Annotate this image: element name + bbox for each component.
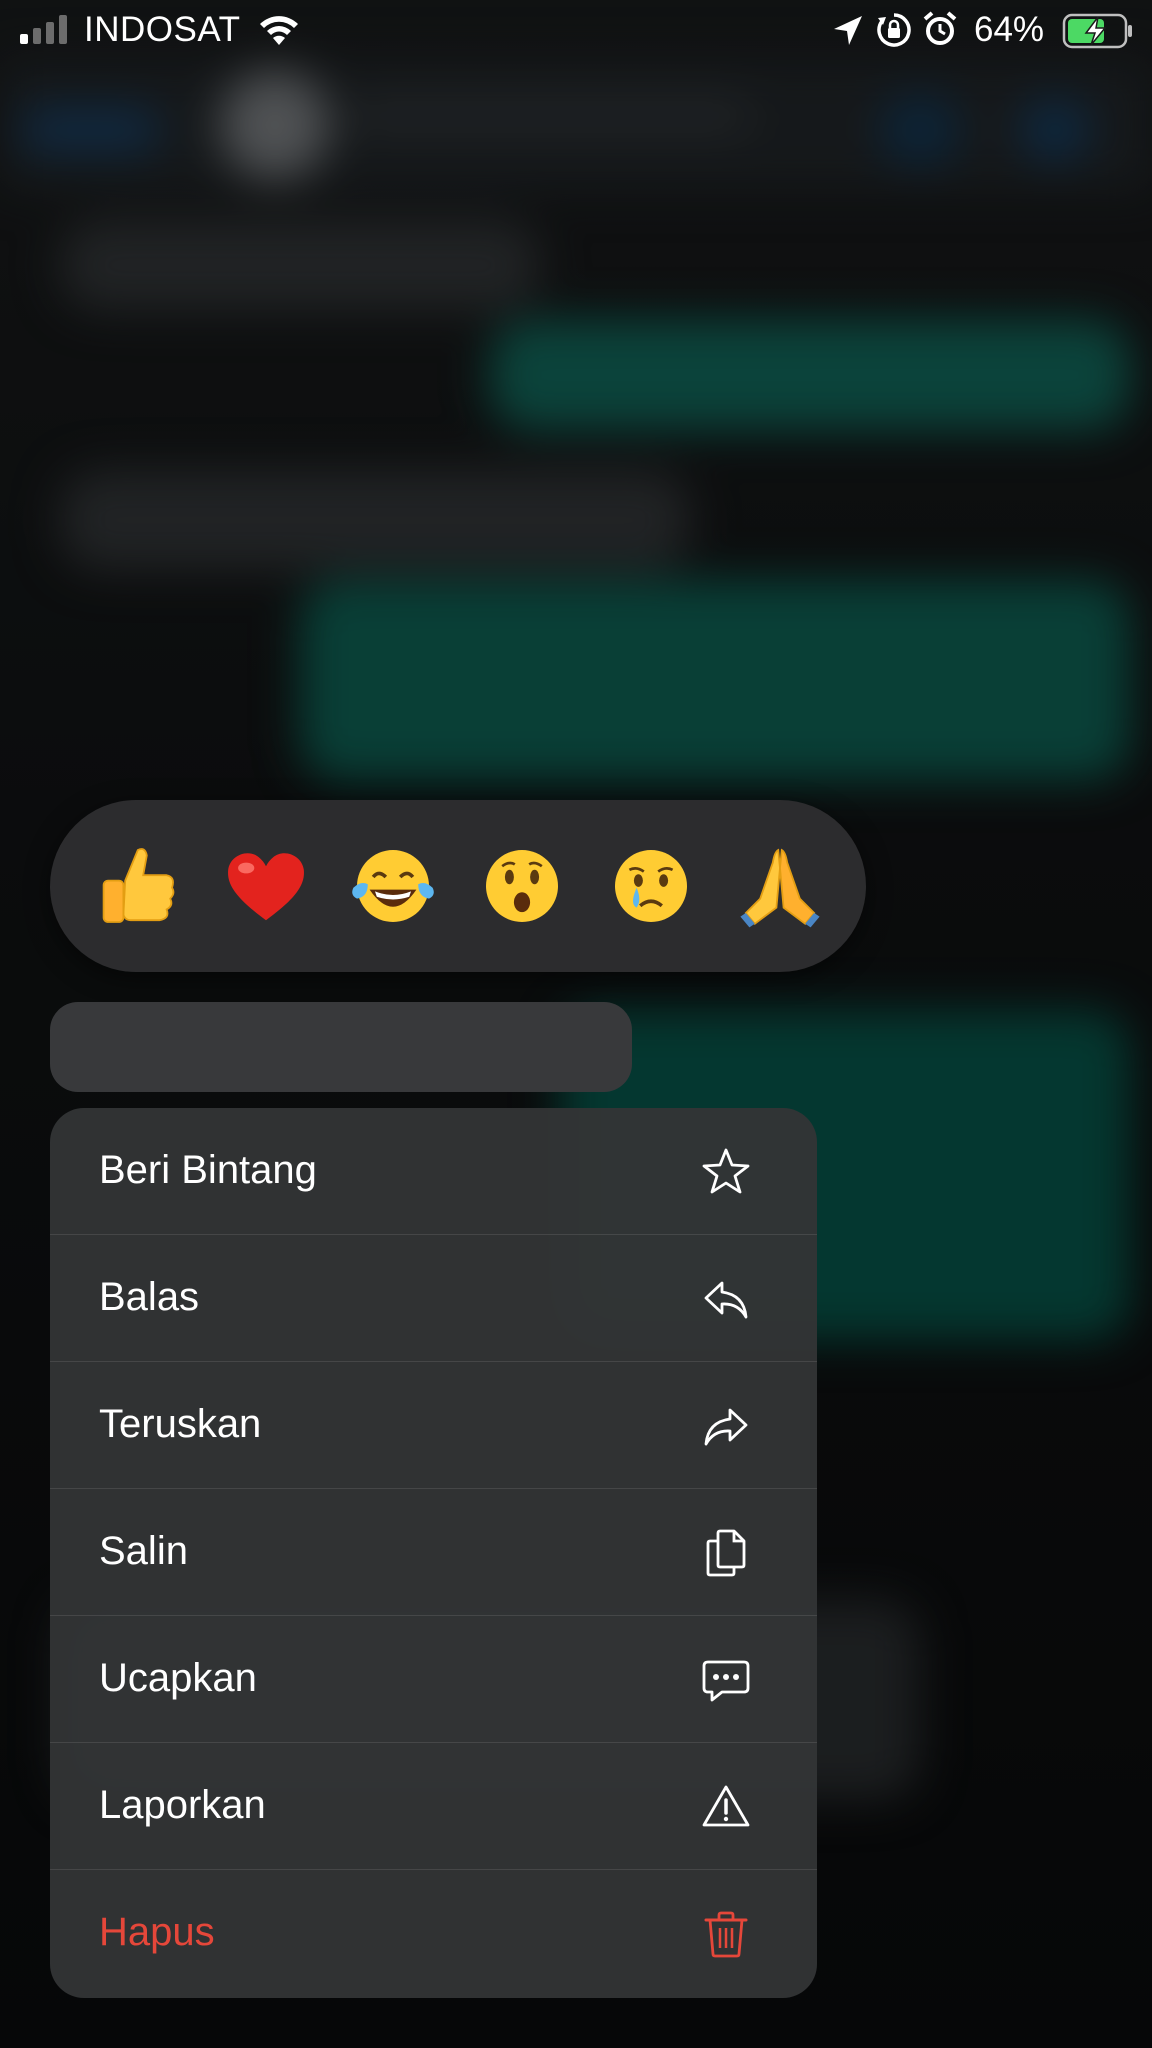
crying-face-icon (615, 850, 687, 922)
surprised-reaction[interactable] (472, 836, 572, 936)
alarm-clock-icon (922, 10, 958, 57)
warning-icon (700, 1781, 752, 1833)
message-context-menu: Beri Bintang Balas Teruskan Salin Ucapka… (50, 1108, 817, 1998)
menu-item-speak[interactable]: Ucapkan (50, 1616, 817, 1743)
reply-icon (700, 1273, 752, 1325)
signal-strength-icon (20, 14, 67, 44)
trash-icon (700, 1908, 752, 1960)
menu-item-label: Balas (99, 1275, 200, 1319)
thumbs-up-icon (102, 848, 175, 923)
tears-of-joy-reaction[interactable] (343, 836, 443, 936)
menu-item-forward[interactable]: Teruskan (50, 1362, 817, 1489)
menu-item-reply[interactable]: Balas (50, 1235, 817, 1362)
thumbs-up-reaction[interactable] (86, 836, 186, 936)
menu-item-label: Laporkan (99, 1783, 266, 1827)
location-arrow-icon (832, 14, 864, 57)
menu-item-copy[interactable]: Salin (50, 1489, 817, 1616)
star-icon (700, 1146, 752, 1198)
battery-charging-icon (1062, 12, 1134, 59)
heart-reaction[interactable] (216, 836, 316, 936)
forward-icon (700, 1400, 752, 1452)
menu-item-label: Hapus (99, 1910, 215, 1954)
menu-item-delete[interactable]: Hapus (50, 1870, 817, 1997)
menu-item-label: Beri Bintang (99, 1148, 317, 1192)
orientation-lock-icon (876, 12, 912, 57)
folded-hands-reaction[interactable] (730, 836, 830, 936)
menu-item-star[interactable]: Beri Bintang (50, 1108, 817, 1235)
speech-bubble-icon (700, 1654, 752, 1706)
wifi-icon (256, 12, 302, 57)
screen: INDOSAT 64% Beri Bintang Balas Teruskan … (0, 0, 1152, 2048)
menu-item-label: Teruskan (99, 1402, 262, 1446)
reaction-bar (50, 800, 866, 972)
menu-item-label: Ucapkan (99, 1656, 257, 1700)
crying-reaction[interactable] (601, 836, 701, 936)
surprised-face-icon (486, 850, 558, 922)
status-bar: INDOSAT 64% (0, 0, 1152, 64)
copy-icon (700, 1527, 752, 1579)
menu-item-label: Salin (99, 1529, 188, 1573)
tears-of-joy-icon (352, 850, 434, 922)
folded-hands-icon (740, 848, 820, 928)
menu-item-report[interactable]: Laporkan (50, 1743, 817, 1870)
carrier-name: INDOSAT (84, 10, 241, 49)
red-heart-icon (228, 853, 304, 921)
selected-message-preview (50, 1002, 632, 1092)
battery-percentage: 64% (974, 10, 1045, 49)
